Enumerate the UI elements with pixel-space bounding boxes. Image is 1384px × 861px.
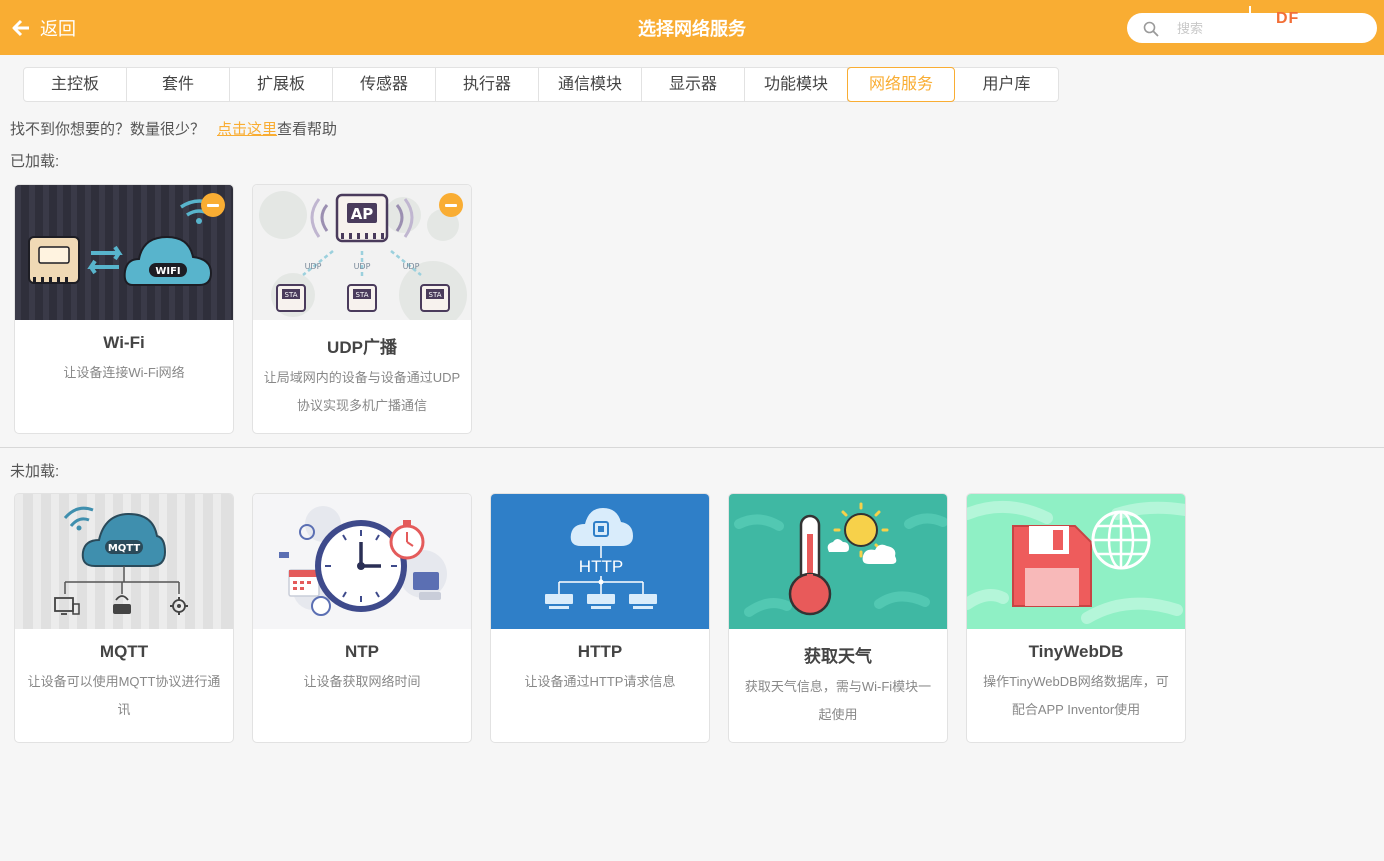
card-description: 获取天气信息，需与Wi-Fi模块一起使用 (744, 679, 932, 722)
loaded-section-label: 已加载: (10, 153, 60, 170)
card-name: Wi-Fi (103, 333, 145, 352)
brand-mark (1249, 6, 1251, 14)
extension-card-http[interactable]: HTTP HTTP 让设备通过HTTP请求信息 (490, 493, 710, 743)
tab-actuator[interactable]: 执行器 (436, 68, 539, 101)
udp-thumb-sta: STA (356, 291, 369, 299)
tab-network-service[interactable]: 网络服务 (847, 67, 955, 102)
search-icon (1143, 21, 1159, 37)
top-bar: 返回 选择网络服务 DF (0, 0, 1384, 55)
card-name: HTTP (577, 642, 623, 661)
category-tabs: 主控板 套件 扩展板 传感器 执行器 通信模块 显示器 功能模块 网络服务 用户… (23, 67, 1059, 102)
udp-thumb-sta: STA (285, 291, 298, 299)
help-text: 找不到你想要的？数量很少？ (10, 121, 206, 138)
tab-expansion-board[interactable]: 扩展板 (230, 68, 333, 101)
extension-card-weather[interactable]: 获取天气 获取天气信息，需与Wi-Fi模块一起使用 (728, 493, 948, 743)
weather-thumbnail (729, 494, 947, 629)
http-thumbnail: HTTP (491, 494, 709, 629)
card-description: 让设备通过HTTP请求信息 (524, 674, 676, 689)
card-name: MQTT (99, 642, 149, 661)
brand-logo: DF (1276, 10, 1300, 27)
udp-thumb-label: UDP (354, 262, 371, 271)
search-box[interactable] (1127, 13, 1377, 43)
remove-icon[interactable] (201, 193, 225, 217)
remove-icon[interactable] (439, 193, 463, 217)
card-description: 让局域网内的设备与设备通过UDP协议实现多机广播通信 (263, 370, 461, 413)
card-description: 操作TinyWebDB网络数据库，可配合APP Inventor使用 (983, 674, 1169, 717)
extension-card-mqtt[interactable]: MQTT MQTT 让设备可以使用MQTT协议进行通讯 (14, 493, 234, 743)
card-name: UDP广播 (327, 338, 397, 357)
help-link[interactable]: 点击这里 (217, 121, 277, 138)
http-thumb-label: HTTP (579, 557, 623, 576)
extension-card-tinywebdb[interactable]: TinyWebDB 操作TinyWebDB网络数据库，可配合APP Invent… (966, 493, 1186, 743)
card-name: TinyWebDB (1028, 642, 1124, 661)
extension-card-ntp[interactable]: NTP 让设备获取网络时间 (252, 493, 472, 743)
udp-thumb-label: UDP (403, 262, 420, 271)
tab-sensor[interactable]: 传感器 (333, 68, 436, 101)
unloaded-section-label: 未加载: (10, 463, 60, 480)
tinywebdb-thumbnail (967, 494, 1185, 629)
section-divider (0, 447, 1384, 448)
mqtt-thumb-label: MQTT (108, 543, 141, 554)
tab-display[interactable]: 显示器 (642, 68, 745, 101)
tab-user-library[interactable]: 用户库 (955, 68, 1058, 101)
card-description: 让设备获取网络时间 (303, 674, 421, 689)
tab-mainboard[interactable]: 主控板 (24, 68, 127, 101)
help-line: 找不到你想要的？数量很少？ 点击这里查看帮助 (10, 118, 337, 139)
tab-communication[interactable]: 通信模块 (539, 68, 642, 101)
ntp-thumbnail (253, 494, 471, 629)
tab-kit[interactable]: 套件 (127, 68, 230, 101)
udp-thumb-ap: AP (351, 205, 374, 223)
card-name: NTP (345, 642, 379, 661)
wifi-thumb-label: WIFI (155, 266, 180, 277)
help-suffix: 查看帮助 (277, 121, 338, 138)
tab-function-module[interactable]: 功能模块 (745, 68, 848, 101)
udp-thumb-sta: STA (429, 291, 442, 299)
udp-thumb-label: UDP (305, 262, 322, 271)
mqtt-thumbnail: MQTT (15, 494, 233, 629)
card-description: 让设备可以使用MQTT协议进行通讯 (27, 674, 221, 717)
extension-card-udp[interactable]: AP UDP UDP UDP STA STA STA UDP广播 让局域网内的设… (252, 184, 472, 434)
extension-card-wifi[interactable]: WIFI Wi-Fi 让设备连接Wi-Fi网络 (14, 184, 234, 434)
card-name: 获取天气 (804, 647, 872, 666)
card-description: 让设备连接Wi-Fi网络 (63, 365, 185, 380)
